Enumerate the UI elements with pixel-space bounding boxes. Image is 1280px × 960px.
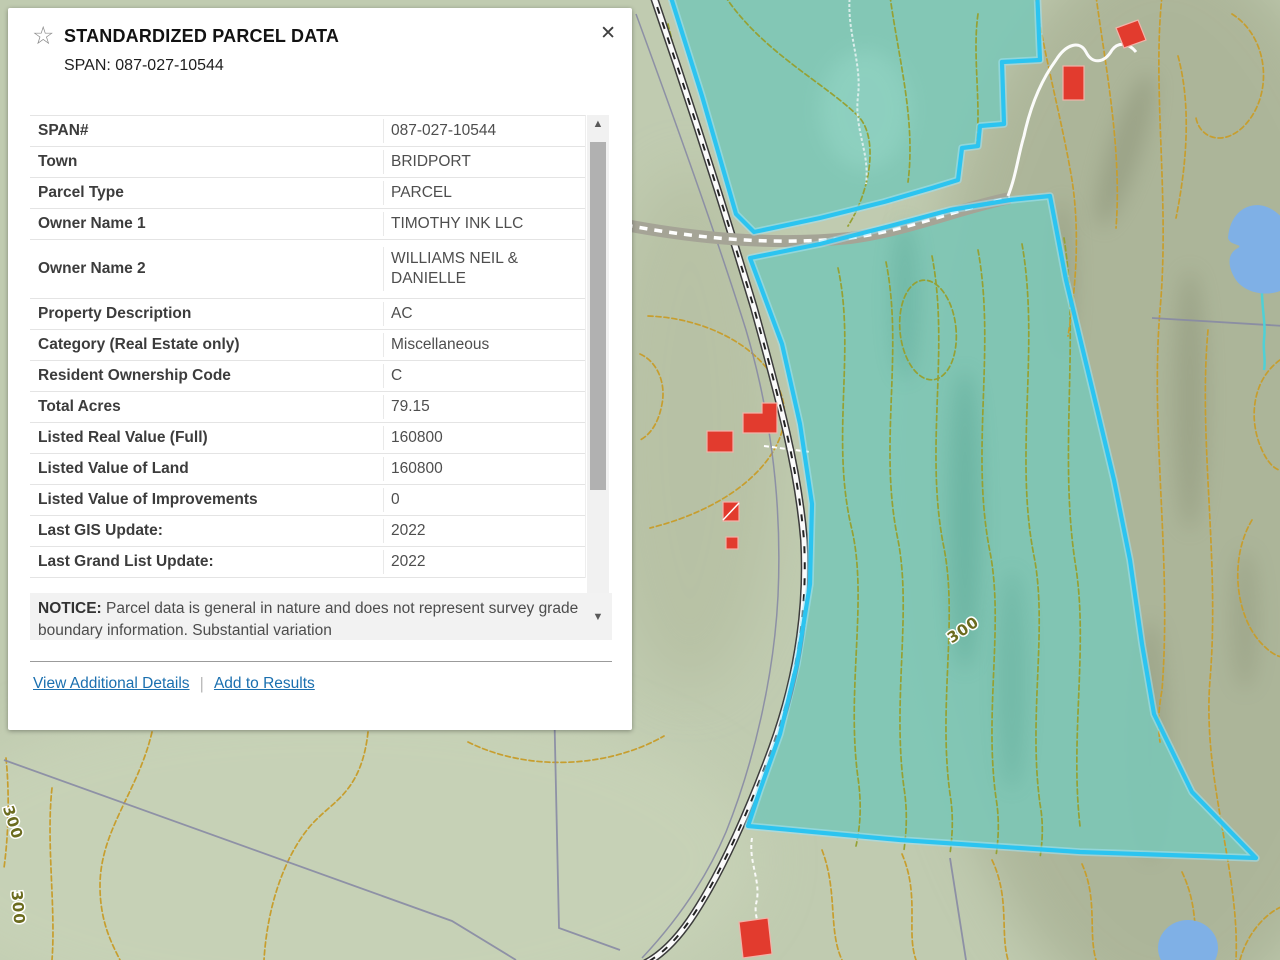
notice-body: Parcel data is general in nature and doe… <box>38 600 578 639</box>
table-row: Listed Value of Improvements 0 <box>30 485 585 516</box>
row-value: WILLIAMS NEIL & DANIELLE <box>383 247 585 291</box>
row-value: 087-027-10544 <box>383 119 585 143</box>
row-label: Town <box>30 151 383 173</box>
row-label: Property Description <box>30 303 383 325</box>
view-additional-details-link[interactable]: View Additional Details <box>33 675 190 693</box>
row-value: 2022 <box>383 519 585 543</box>
parcel-attribute-table: SPAN# 087-027-10544 Town BRIDPORT Parcel… <box>30 115 586 578</box>
popup-divider <box>30 661 612 662</box>
building <box>707 431 733 452</box>
favorite-star-icon[interactable]: ☆ <box>32 21 54 51</box>
row-value: PARCEL <box>383 181 585 205</box>
row-value: 160800 <box>383 457 585 481</box>
table-row: Owner Name 2 WILLIAMS NEIL & DANIELLE <box>30 240 585 299</box>
scrollbar-thumb[interactable] <box>590 142 606 490</box>
row-value: 79.15 <box>383 395 585 419</box>
building <box>726 537 738 549</box>
popup-title: STANDARDIZED PARCEL DATA <box>64 26 339 47</box>
add-to-results-link[interactable]: Add to Results <box>214 675 315 693</box>
table-row: Last GIS Update: 2022 <box>30 516 585 547</box>
table-row: Listed Value of Land 160800 <box>30 454 585 485</box>
parcel-popup: ☆ STANDARDIZED PARCEL DATA SPAN: 087-027… <box>8 8 632 730</box>
building <box>1063 66 1084 100</box>
table-row: SPAN# 087-027-10544 <box>30 116 585 147</box>
scroll-up-icon[interactable]: ▲ <box>587 115 609 133</box>
close-icon[interactable]: ✕ <box>600 22 616 45</box>
row-value: 160800 <box>383 426 585 450</box>
row-label: Total Acres <box>30 396 383 418</box>
table-row: Resident Ownership Code C <box>30 361 585 392</box>
row-label: Listed Value of Land <box>30 458 383 480</box>
row-label: Last Grand List Update: <box>30 551 383 573</box>
app-window: 300 300 300 ☆ STANDARDIZED PARCEL DATA S… <box>0 0 1280 960</box>
popup-subtitle: SPAN: 087-027-10544 <box>64 57 224 75</box>
table-row: Parcel Type PARCEL <box>30 178 585 209</box>
table-row: Listed Real Value (Full) 160800 <box>30 423 585 454</box>
row-value: C <box>383 364 585 388</box>
table-row: Total Acres 79.15 <box>30 392 585 423</box>
notice-text: NOTICE: Parcel data is general in nature… <box>30 593 612 640</box>
row-label: Parcel Type <box>30 182 383 204</box>
scroll-down-icon[interactable]: ▼ <box>587 608 609 626</box>
table-row: Property Description AC <box>30 299 585 330</box>
row-label: Owner Name 1 <box>30 213 383 235</box>
table-row: Category (Real Estate only) Miscellaneou… <box>30 330 585 361</box>
row-value: 2022 <box>383 550 585 574</box>
row-value: TIMOTHY INK LLC <box>383 212 585 236</box>
table-row: Last Grand List Update: 2022 <box>30 547 585 578</box>
notice-label: NOTICE: <box>38 600 102 617</box>
row-label: Owner Name 2 <box>30 258 383 280</box>
popup-links: View Additional Details | Add to Results <box>33 674 315 694</box>
row-value: AC <box>383 302 585 326</box>
row-value: 0 <box>383 488 585 512</box>
row-label: Category (Real Estate only) <box>30 334 383 356</box>
row-label: Resident Ownership Code <box>30 365 383 387</box>
table-row: Town BRIDPORT <box>30 147 585 178</box>
building <box>739 918 772 958</box>
row-label: Listed Real Value (Full) <box>30 427 383 449</box>
row-value: Miscellaneous <box>383 333 585 357</box>
row-label: Last GIS Update: <box>30 520 383 542</box>
row-label: SPAN# <box>30 120 383 142</box>
contour-label: 300 <box>8 890 29 926</box>
row-label: Listed Value of Improvements <box>30 489 383 511</box>
link-separator: | <box>200 674 204 694</box>
row-value: BRIDPORT <box>383 150 585 174</box>
table-row: Owner Name 1 TIMOTHY INK LLC <box>30 209 585 240</box>
